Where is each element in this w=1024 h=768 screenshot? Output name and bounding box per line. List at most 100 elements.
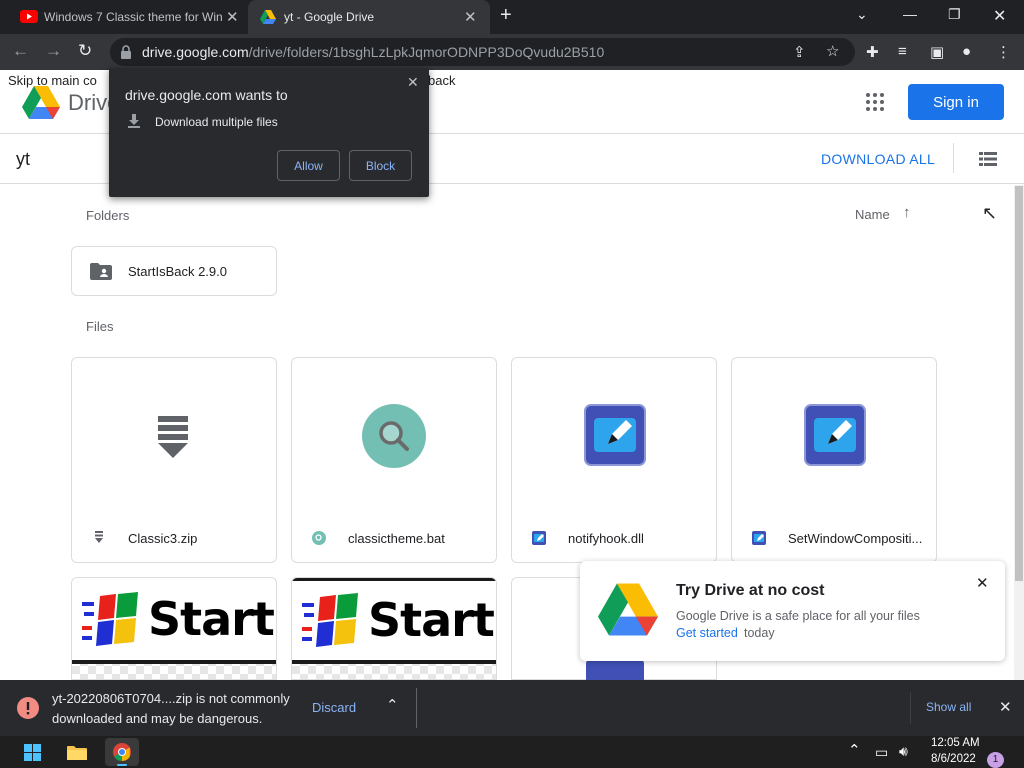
popup-item: Download multiple files (155, 115, 278, 129)
download-icon (128, 114, 140, 128)
folder-title: yt (16, 149, 31, 169)
minimize-icon[interactable]: — (903, 6, 917, 22)
permission-popup: drive.google.com wants to ✕ Download mul… (109, 68, 429, 197)
clock-time[interactable]: 12:05 AM (931, 737, 980, 749)
tab-youtube[interactable]: Windows 7 Classic theme for Win ✕ (8, 0, 248, 34)
toast-body: Google Drive is a safe place for all you… (676, 609, 920, 623)
close-icon[interactable]: ✕ (999, 698, 1012, 716)
windows-taskbar: ⌃ ▭ 🔊︎ 12:05 AM 8/6/2022 1 (0, 736, 1024, 768)
file-name: classictheme.bat (348, 531, 445, 546)
popup-title: drive.google.com wants to (125, 87, 288, 103)
clock-date[interactable]: 8/6/2022 (931, 753, 976, 768)
arrow-up-icon[interactable]: ↑ (903, 204, 911, 221)
dll-small-icon (752, 531, 766, 545)
files-heading: Files (86, 319, 114, 334)
new-tab-icon[interactable]: + (500, 4, 512, 27)
tab-strip: Windows 7 Classic theme for Win ✕ yt - G… (0, 0, 1024, 34)
chevron-down-icon[interactable]: ⌄ (856, 6, 868, 23)
file-card[interactable]: notifyhook.dll (511, 357, 717, 563)
image-thumbnail[interactable]: Start (71, 577, 277, 680)
divider (953, 143, 954, 173)
sign-in-button[interactable]: Sign in (908, 84, 1004, 120)
sidepanel-icon[interactable]: ▣ (930, 43, 944, 61)
network-icon[interactable]: ▭ (875, 744, 888, 761)
restore-icon[interactable]: ❐ (948, 6, 961, 23)
block-button[interactable]: Block (349, 150, 412, 181)
active-indicator (117, 764, 127, 766)
drive-logo-icon (22, 86, 60, 119)
divider (910, 692, 911, 724)
address-bar[interactable]: drive.google.com/drive/folders/1bsghLzLp… (110, 38, 855, 66)
close-icon[interactable]: ✕ (464, 8, 477, 26)
close-icon[interactable]: ✕ (226, 8, 239, 26)
dll-file-icon (804, 404, 866, 466)
windows-logo-icon (82, 592, 138, 646)
download-all-button[interactable]: DOWNLOAD ALL (821, 151, 935, 167)
sort-label[interactable]: Name (855, 207, 890, 222)
apps-grid-icon[interactable] (866, 93, 884, 111)
chevron-up-icon[interactable]: ⌃ (848, 741, 861, 759)
menu-icon[interactable]: ⋮ (996, 43, 1011, 61)
back-icon[interactable]: ← (12, 41, 29, 61)
youtube-icon (20, 10, 38, 23)
allow-button[interactable]: Allow (277, 150, 340, 181)
warning-icon (17, 697, 39, 719)
file-name: Classic3.zip (128, 531, 198, 546)
image-thumbnail[interactable]: Start (291, 577, 497, 680)
skip-link-tail: back (428, 73, 456, 88)
file-explorer-icon[interactable] (67, 745, 87, 760)
chevron-up-icon[interactable]: ⌃ (386, 696, 399, 714)
discard-button[interactable]: Discard (312, 700, 356, 715)
start-button-image: Start (292, 578, 496, 664)
star-icon[interactable]: ☆ (826, 42, 839, 60)
tab-title: yt - Google Drive (284, 10, 375, 24)
list-view-icon[interactable] (979, 152, 997, 166)
chrome-taskbar-button[interactable] (105, 738, 139, 766)
toast-tail: today (744, 626, 775, 640)
extensions-icon[interactable]: ✚ (866, 43, 879, 61)
close-icon[interactable]: ✕ (407, 74, 419, 91)
zip-small-icon (95, 531, 103, 543)
drive-logo-icon (598, 583, 658, 636)
bat-small-icon (312, 531, 326, 545)
dll-file-icon (586, 658, 644, 680)
file-card[interactable]: classictheme.bat (291, 357, 497, 563)
file-card[interactable]: SetWindowCompositi... (731, 357, 937, 563)
file-name: notifyhook.dll (568, 531, 644, 546)
toast-title: Try Drive at no cost (676, 582, 825, 599)
thumb-text: Start (368, 593, 495, 647)
reload-icon[interactable]: ↻ (78, 41, 92, 61)
download-warning-line2: downloaded and may be dangerous. (52, 711, 263, 726)
file-name: SetWindowCompositi... (788, 531, 923, 546)
try-drive-toast: Try Drive at no cost Google Drive is a s… (580, 561, 1005, 661)
volume-icon[interactable]: 🔊︎ (899, 743, 908, 760)
folder-card[interactable]: StartIsBack 2.9.0 (71, 246, 277, 296)
lock-icon (121, 45, 131, 59)
forward-icon[interactable]: → (45, 41, 62, 61)
share-icon[interactable]: ⇪ (793, 43, 806, 61)
show-all-button[interactable]: Show all (926, 700, 971, 714)
tab-drive[interactable]: yt - Google Drive ✕ (248, 0, 490, 34)
chrome-icon (113, 743, 131, 761)
close-icon[interactable]: ✕ (976, 574, 989, 592)
mouse-cursor-icon: ↖ (982, 203, 998, 223)
tab-title: Windows 7 Classic theme for Win (44, 10, 222, 24)
media-icon[interactable]: ≡ (898, 43, 907, 60)
shared-folder-icon (90, 263, 112, 280)
windows-start-icon[interactable] (24, 744, 41, 761)
get-started-link[interactable]: Get started (676, 626, 738, 640)
divider (416, 688, 417, 728)
scrollbar-thumb[interactable] (1015, 186, 1023, 581)
thumb-text: Start (148, 592, 275, 646)
download-warning-line1: yt-20220806T0704....zip is not commonly (52, 691, 290, 706)
file-card[interactable]: Classic3.zip (71, 357, 277, 563)
windows-logo-icon (302, 593, 358, 647)
folder-name: StartIsBack 2.9.0 (128, 264, 227, 279)
browser-toolbar: ← → ↻ drive.google.com/drive/folders/1bs… (0, 34, 1024, 70)
notification-badge[interactable]: 1 (987, 752, 1004, 768)
profile-icon[interactable]: ● (962, 43, 971, 60)
drive-icon (260, 10, 276, 24)
close-window-icon[interactable]: ✕ (993, 6, 1006, 26)
bat-file-icon (362, 404, 426, 468)
dll-small-icon (532, 531, 546, 545)
